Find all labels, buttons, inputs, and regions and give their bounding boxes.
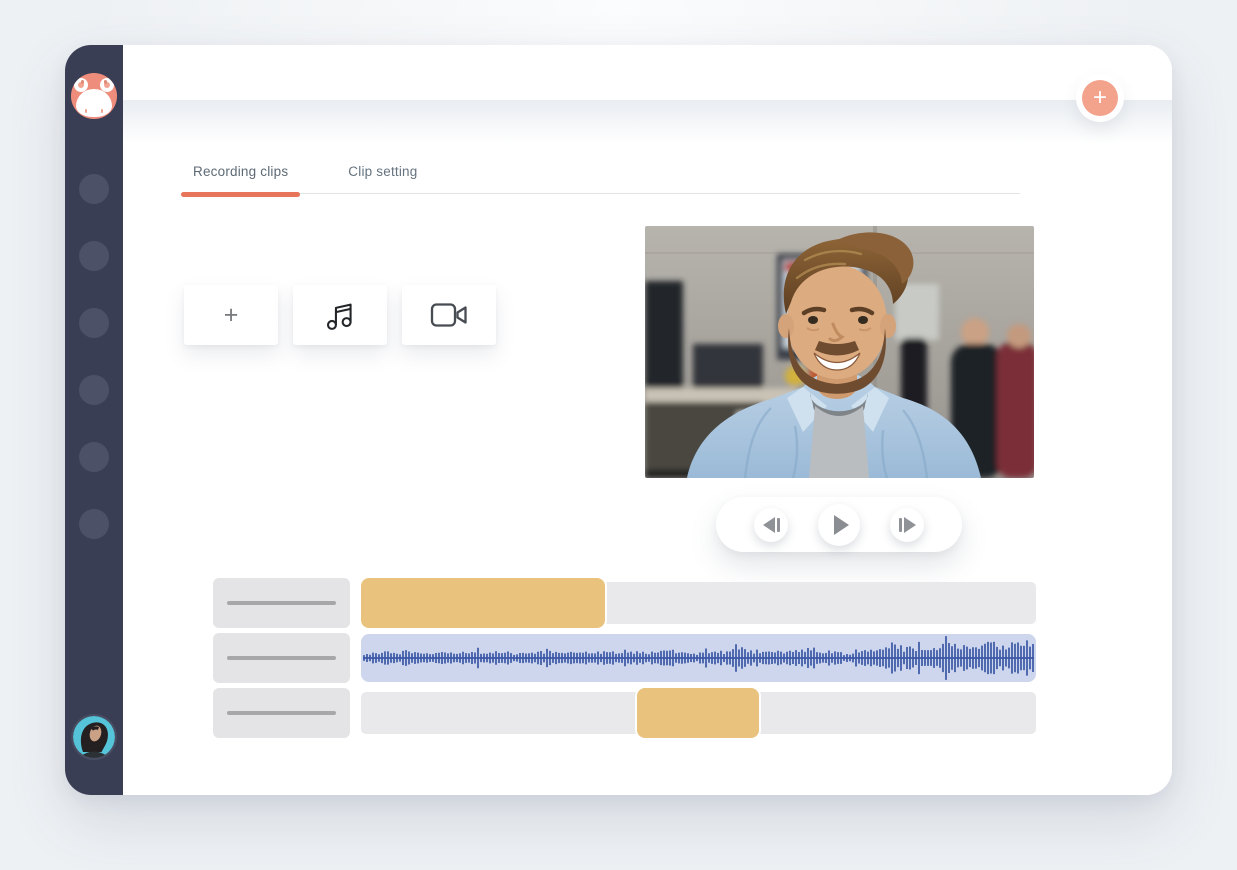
timeline-clip[interactable] [637,688,759,738]
timeline-clip[interactable] [361,578,605,628]
skip-forward-icon [904,517,916,533]
timeline-row [213,688,1036,738]
sidebar-nav-item[interactable] [79,174,109,204]
user-photo-avatar-image [73,716,115,758]
tab-label: Clip setting [348,164,417,179]
sidebar-nav-item[interactable] [79,375,109,405]
music-note-icon [323,298,357,332]
top-bar-shadow [123,100,1172,144]
add-fab-button[interactable]: + [1082,80,1118,116]
play-icon [834,515,849,535]
drag-handle-icon [227,601,336,605]
video-camera-icon [429,300,469,330]
app-logo[interactable] [71,73,117,119]
track-lane [361,633,1036,683]
track-label-handle[interactable] [213,688,350,738]
sidebar-nav [65,174,123,539]
page-background: + Recording clips Clip setting + [0,0,1237,870]
plus-icon: + [224,303,239,328]
video-preview [645,226,1034,478]
top-bar [123,45,1172,100]
sidebar-nav-item[interactable] [79,241,109,271]
skip-back-button[interactable] [754,508,788,542]
fab-holder: + [1076,74,1124,122]
tab-recording-clips[interactable]: Recording clips [181,162,300,194]
tab-label: Recording clips [193,164,288,179]
play-button[interactable] [818,504,860,546]
clip-toolbar: + [184,285,496,345]
sidebar [65,45,123,795]
main-panel: + Recording clips Clip setting + [123,45,1172,795]
timeline-row [213,633,1036,683]
track-lane [361,578,1036,628]
skip-back-icon [763,517,775,533]
tab-bar: Recording clips Clip setting [181,162,1020,194]
track-label-handle[interactable] [213,578,350,628]
user-avatar[interactable] [73,716,115,758]
tab-clip-setting[interactable]: Clip setting [336,162,429,194]
audio-waveform-clip[interactable] [361,634,1036,682]
add-clip-button[interactable]: + [184,285,278,345]
sidebar-nav-item[interactable] [79,308,109,338]
tab-active-indicator [181,192,300,197]
skip-forward-button[interactable] [890,508,924,542]
timeline-row [213,578,1036,628]
playback-bar [716,497,962,552]
sidebar-nav-item[interactable] [79,509,109,539]
add-music-button[interactable] [293,285,387,345]
add-video-button[interactable] [402,285,496,345]
video-preview-image [645,226,1034,478]
waveform-graphic [361,634,1036,682]
plus-icon: + [1093,81,1107,115]
drag-handle-icon [227,711,336,715]
timeline [213,578,1036,743]
track-lane [361,688,1036,738]
app-window: + Recording clips Clip setting + [65,45,1172,795]
track-label-handle[interactable] [213,633,350,683]
sidebar-nav-item[interactable] [79,442,109,472]
drag-handle-icon [227,656,336,660]
